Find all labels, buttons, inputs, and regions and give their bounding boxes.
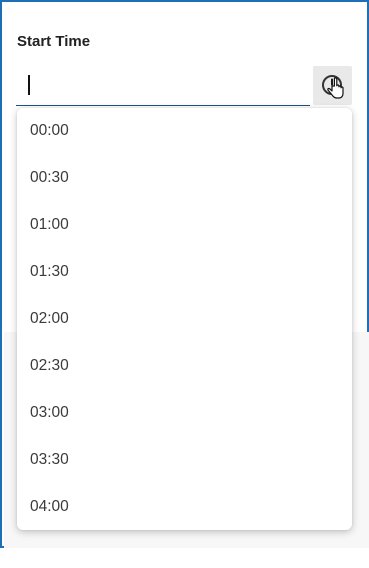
start-time-label: Start Time: [17, 33, 91, 50]
clock-icon: [322, 75, 344, 99]
time-option[interactable]: 04:00: [17, 484, 352, 530]
text-caret: [28, 75, 30, 95]
time-option[interactable]: 03:00: [17, 390, 352, 437]
time-option[interactable]: 02:30: [17, 343, 352, 390]
start-time-field[interactable]: [16, 66, 310, 106]
time-option[interactable]: 03:30: [17, 437, 352, 484]
clock-button[interactable]: [313, 66, 352, 105]
time-option[interactable]: 02:00: [17, 296, 352, 343]
time-option[interactable]: 01:00: [17, 202, 352, 249]
time-option[interactable]: 01:30: [17, 249, 352, 296]
start-time-input[interactable]: [16, 66, 310, 105]
time-option[interactable]: 00:00: [17, 108, 352, 155]
time-options-dropdown: 00:00 00:30 01:00 01:30 02:00 02:30 03:0…: [17, 108, 352, 530]
time-option[interactable]: 00:30: [17, 155, 352, 202]
